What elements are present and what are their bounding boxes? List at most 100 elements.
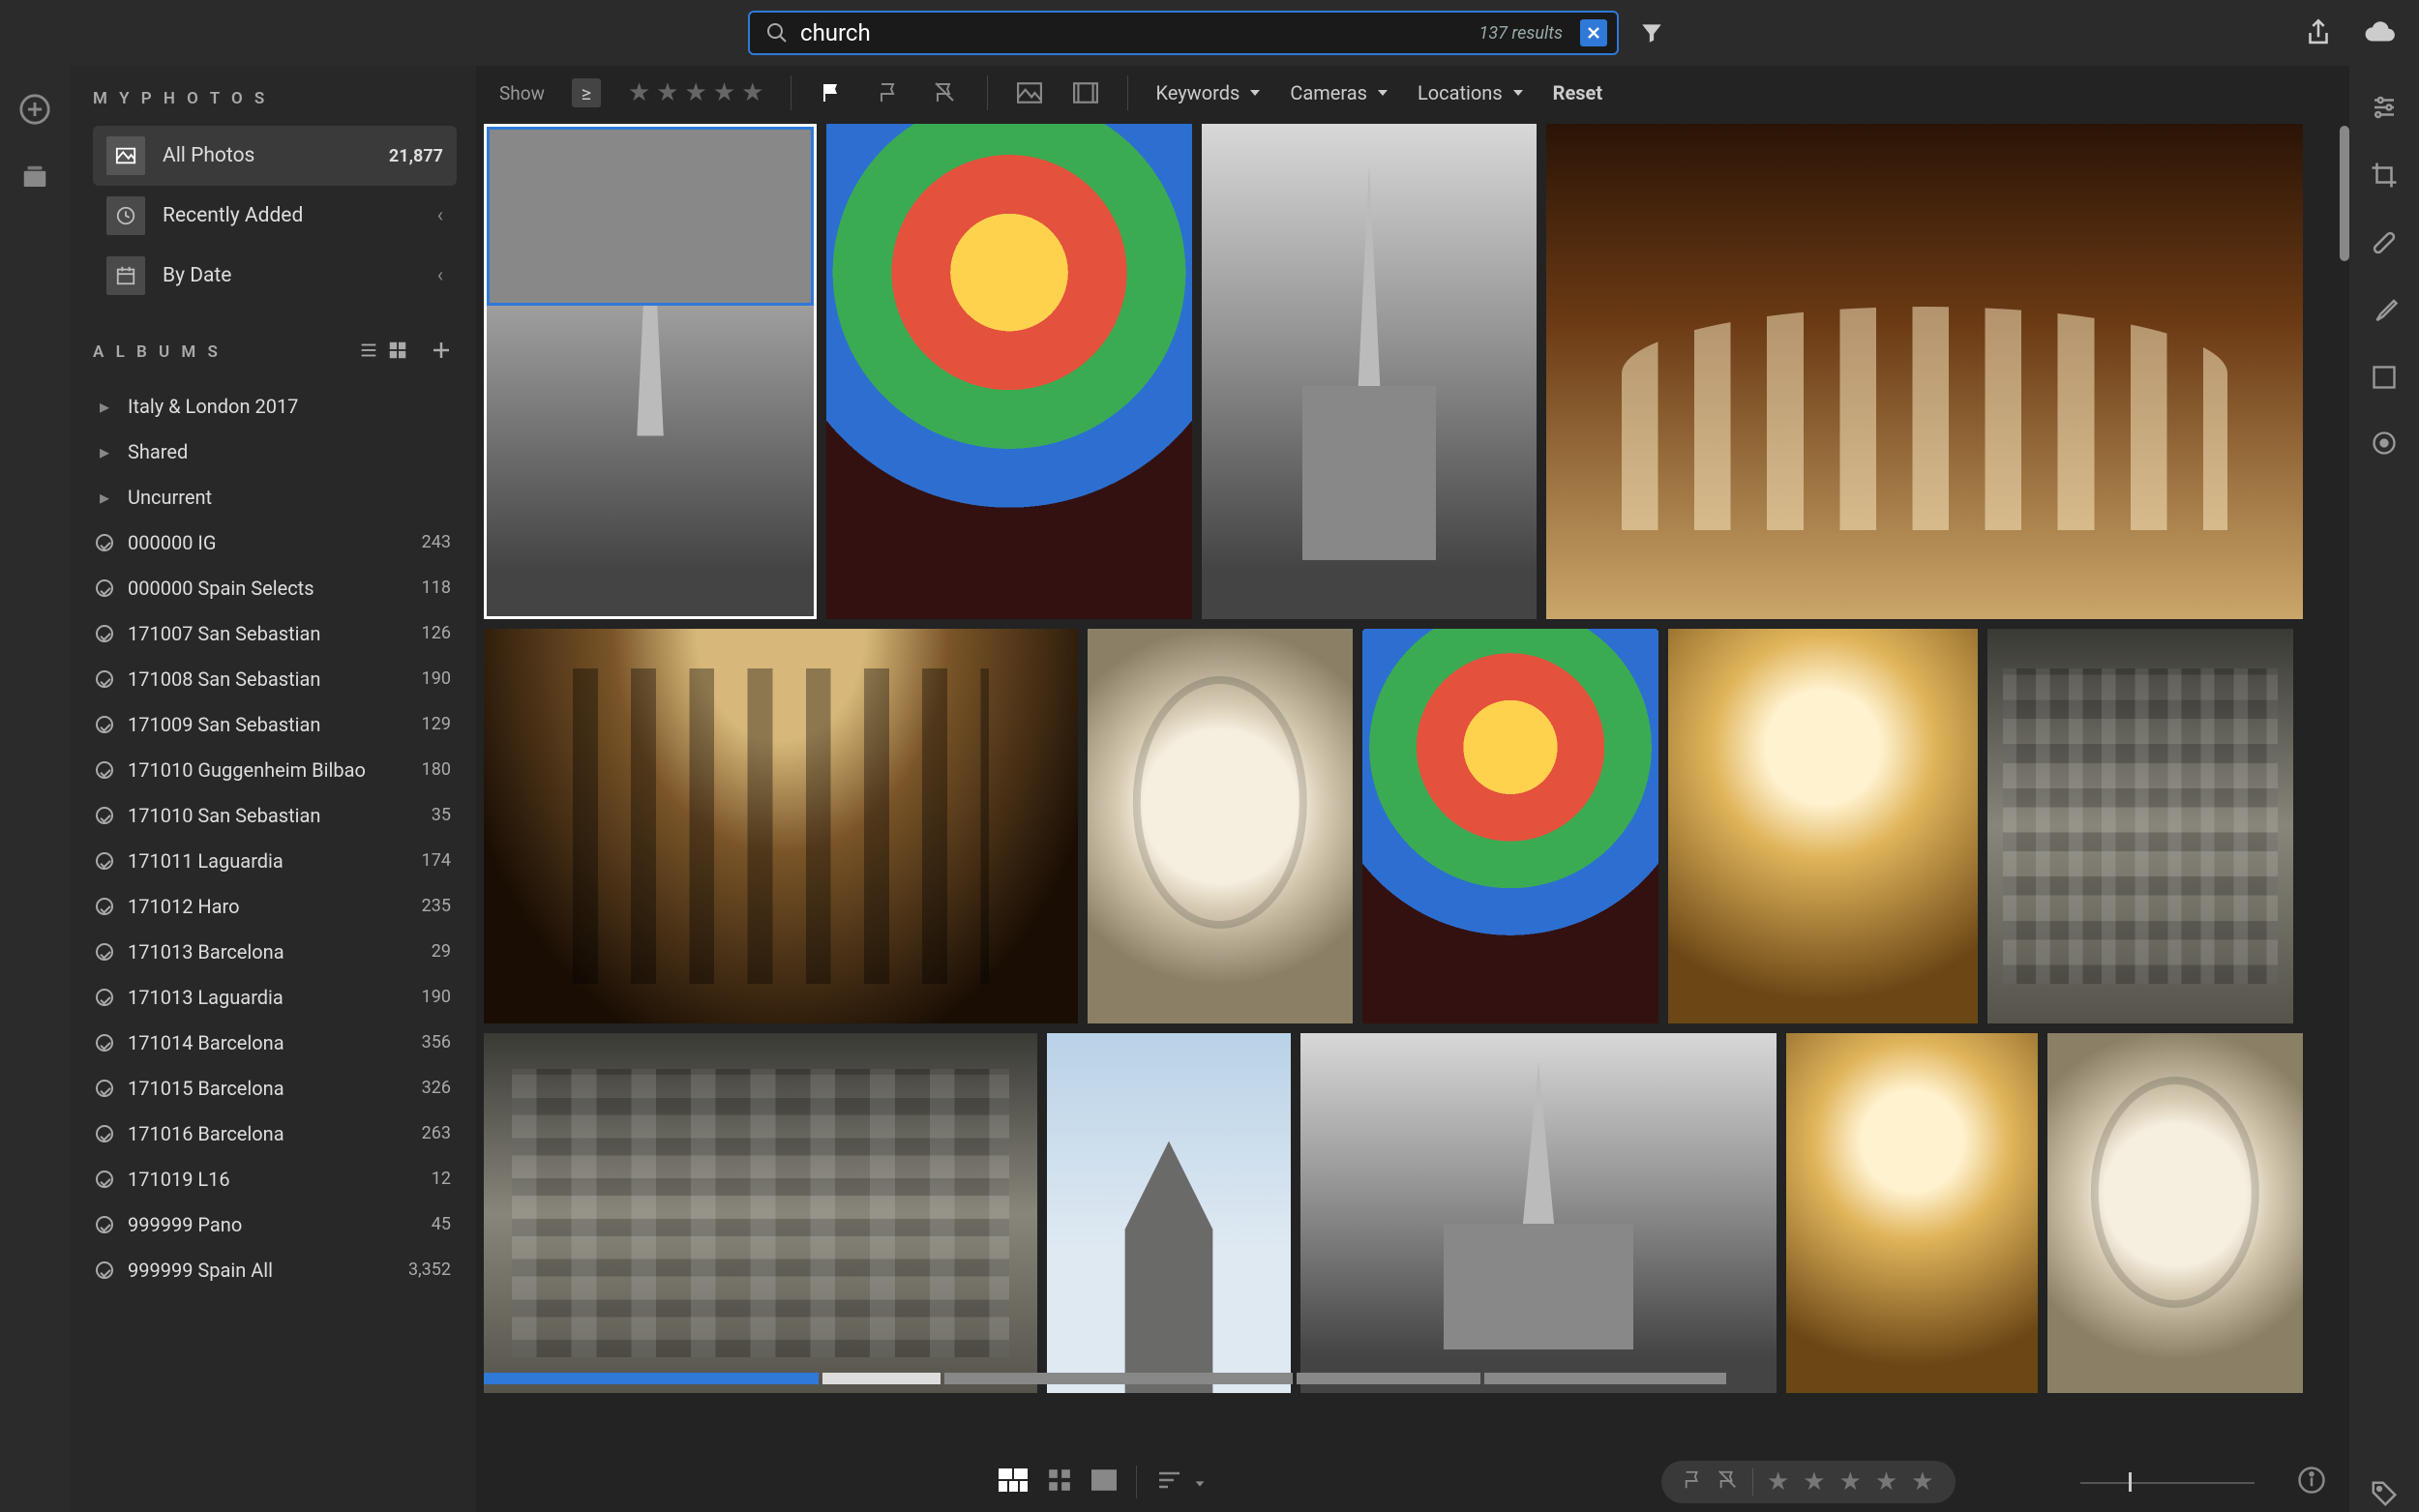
set-star-3[interactable]: ★: [1839, 1468, 1862, 1497]
albums-grid-view-button[interactable]: [383, 336, 412, 369]
photo-thumbnail[interactable]: [2047, 1033, 2303, 1393]
album-item[interactable]: 171011 Laguardia174: [93, 838, 457, 883]
photo-thumbnail[interactable]: [484, 124, 817, 619]
search-input[interactable]: [800, 19, 1468, 46]
filmstrip[interactable]: [484, 1373, 2342, 1384]
view-detail-button[interactable]: [1091, 1469, 1117, 1495]
flag-picked-button[interactable]: [819, 78, 848, 107]
album-item[interactable]: 000000 Spain Selects118: [93, 565, 457, 610]
sidebar-nav-all-photos[interactable]: All Photos21,877: [93, 126, 457, 186]
thumbnail-size-slider[interactable]: [2080, 1470, 2255, 1494]
album-item[interactable]: 171012 Haro235: [93, 883, 457, 929]
flag-rejected-button[interactable]: [931, 78, 960, 107]
star-2[interactable]: ★: [656, 78, 678, 107]
star-4[interactable]: ★: [713, 78, 735, 107]
info-button[interactable]: [2297, 1466, 2326, 1498]
star-1[interactable]: ★: [628, 78, 650, 107]
album-item[interactable]: ▸Shared: [93, 429, 457, 474]
filmstrip-segment[interactable]: [1297, 1373, 1480, 1384]
photo-thumbnail[interactable]: [484, 629, 1078, 1023]
star-3[interactable]: ★: [685, 78, 707, 107]
crop-panel-button[interactable]: [2370, 161, 2399, 193]
album-item[interactable]: 171010 Guggenheim Bilbao180: [93, 747, 457, 792]
radial-gradient-button[interactable]: [2371, 430, 2398, 460]
search-box[interactable]: 137 results: [748, 11, 1619, 55]
view-photogrid-button[interactable]: [999, 1468, 1028, 1496]
album-label: Shared: [128, 440, 188, 463]
album-item[interactable]: 171013 Laguardia190: [93, 974, 457, 1020]
filmstrip-segment[interactable]: [822, 1373, 941, 1384]
photo-thumbnail[interactable]: [826, 124, 1192, 619]
set-star-5[interactable]: ★: [1911, 1468, 1933, 1497]
photo-thumbnail[interactable]: [1786, 1033, 2038, 1393]
flag-unflagged-button[interactable]: [875, 78, 904, 107]
star-5[interactable]: ★: [741, 78, 763, 107]
photo-thumbnail[interactable]: [1987, 629, 2293, 1023]
album-item[interactable]: 171016 Barcelona263: [93, 1111, 457, 1156]
album-item[interactable]: 171019 L1612: [93, 1156, 457, 1201]
synced-icon: [95, 989, 114, 1006]
sort-button[interactable]: [1156, 1469, 1207, 1495]
brush-panel-button[interactable]: [2370, 296, 2399, 329]
separator: [987, 75, 988, 110]
rating-gte-toggle[interactable]: ≥: [572, 78, 601, 107]
sidebar-nav-recently-added[interactable]: Recently Added‹: [93, 186, 457, 246]
album-label: 171015 Barcelona: [128, 1077, 284, 1100]
share-button[interactable]: [2299, 14, 2338, 52]
photo-thumbnail[interactable]: [1362, 629, 1658, 1023]
add-album-button[interactable]: [426, 335, 457, 370]
grid-scrollbar[interactable]: [2340, 126, 2349, 261]
brush-icon: [2370, 296, 2399, 325]
keywords-dropdown[interactable]: Keywords: [1155, 81, 1263, 104]
set-flag-picked[interactable]: [1683, 1469, 1704, 1495]
album-item[interactable]: ▸Italy & London 2017: [93, 383, 457, 429]
set-star-1[interactable]: ★: [1767, 1468, 1789, 1497]
albums-list-view-button[interactable]: [354, 336, 383, 369]
album-item[interactable]: 171014 Barcelona356: [93, 1020, 457, 1065]
filmstrip-segment[interactable]: [484, 1373, 819, 1384]
album-item[interactable]: 171015 Barcelona326: [93, 1065, 457, 1111]
view-squaregrid-button[interactable]: [1047, 1468, 1072, 1497]
photo-thumbnail[interactable]: [1088, 629, 1353, 1023]
album-item[interactable]: 171008 San Sebastian190: [93, 656, 457, 701]
album-item[interactable]: 171009 San Sebastian129: [93, 701, 457, 747]
album-item[interactable]: 000000 IG243: [93, 519, 457, 565]
keywords-panel-button[interactable]: [2370, 1479, 2399, 1512]
filter-button[interactable]: [1632, 14, 1671, 52]
adjust-panel-button[interactable]: [2370, 93, 2399, 126]
reset-filters-button[interactable]: Reset: [1553, 81, 1602, 104]
photo-thumbnail[interactable]: [1300, 1033, 1777, 1393]
album-label: 000000 IG: [128, 531, 216, 554]
flag-picked-icon: [1683, 1469, 1704, 1491]
add-photos-button[interactable]: [18, 93, 51, 130]
list-icon: [358, 340, 379, 361]
heal-panel-button[interactable]: [2370, 228, 2399, 261]
album-item[interactable]: 171007 San Sebastian126: [93, 610, 457, 656]
filmstrip-segment[interactable]: [1484, 1373, 1726, 1384]
set-star-4[interactable]: ★: [1875, 1468, 1897, 1497]
cameras-dropdown[interactable]: Cameras: [1290, 81, 1390, 104]
album-item[interactable]: ▸Uncurrent: [93, 474, 457, 519]
album-item[interactable]: 171013 Barcelona29: [93, 929, 457, 974]
photo-thumbnail[interactable]: [1668, 629, 1978, 1023]
library-button[interactable]: [20, 163, 49, 195]
album-item[interactable]: 999999 Pano45: [93, 1201, 457, 1247]
set-star-2[interactable]: ★: [1803, 1468, 1825, 1497]
cloud-sync-button[interactable]: [2361, 14, 2400, 52]
sidebar-nav-by-date[interactable]: By Date‹: [93, 246, 457, 306]
slider-knob[interactable]: [2129, 1472, 2132, 1492]
album-item[interactable]: 999999 Spain All3,352: [93, 1247, 457, 1292]
photo-thumbnail[interactable]: [1546, 124, 2303, 619]
media-video-button[interactable]: [1071, 78, 1100, 107]
photo-thumbnail[interactable]: [1047, 1033, 1291, 1393]
photo-thumbnail[interactable]: [484, 1033, 1037, 1393]
clear-search-button[interactable]: [1580, 19, 1607, 46]
filmstrip-segment[interactable]: [944, 1373, 1293, 1384]
locations-dropdown[interactable]: Locations: [1418, 81, 1526, 104]
album-item[interactable]: 171010 San Sebastian35: [93, 792, 457, 838]
photo-thumbnail[interactable]: [1202, 124, 1537, 619]
linear-gradient-button[interactable]: [2371, 364, 2398, 395]
media-photo-button[interactable]: [1015, 78, 1044, 107]
photo-grid[interactable]: [476, 120, 2349, 1452]
set-flag-rejected[interactable]: [1717, 1469, 1739, 1495]
